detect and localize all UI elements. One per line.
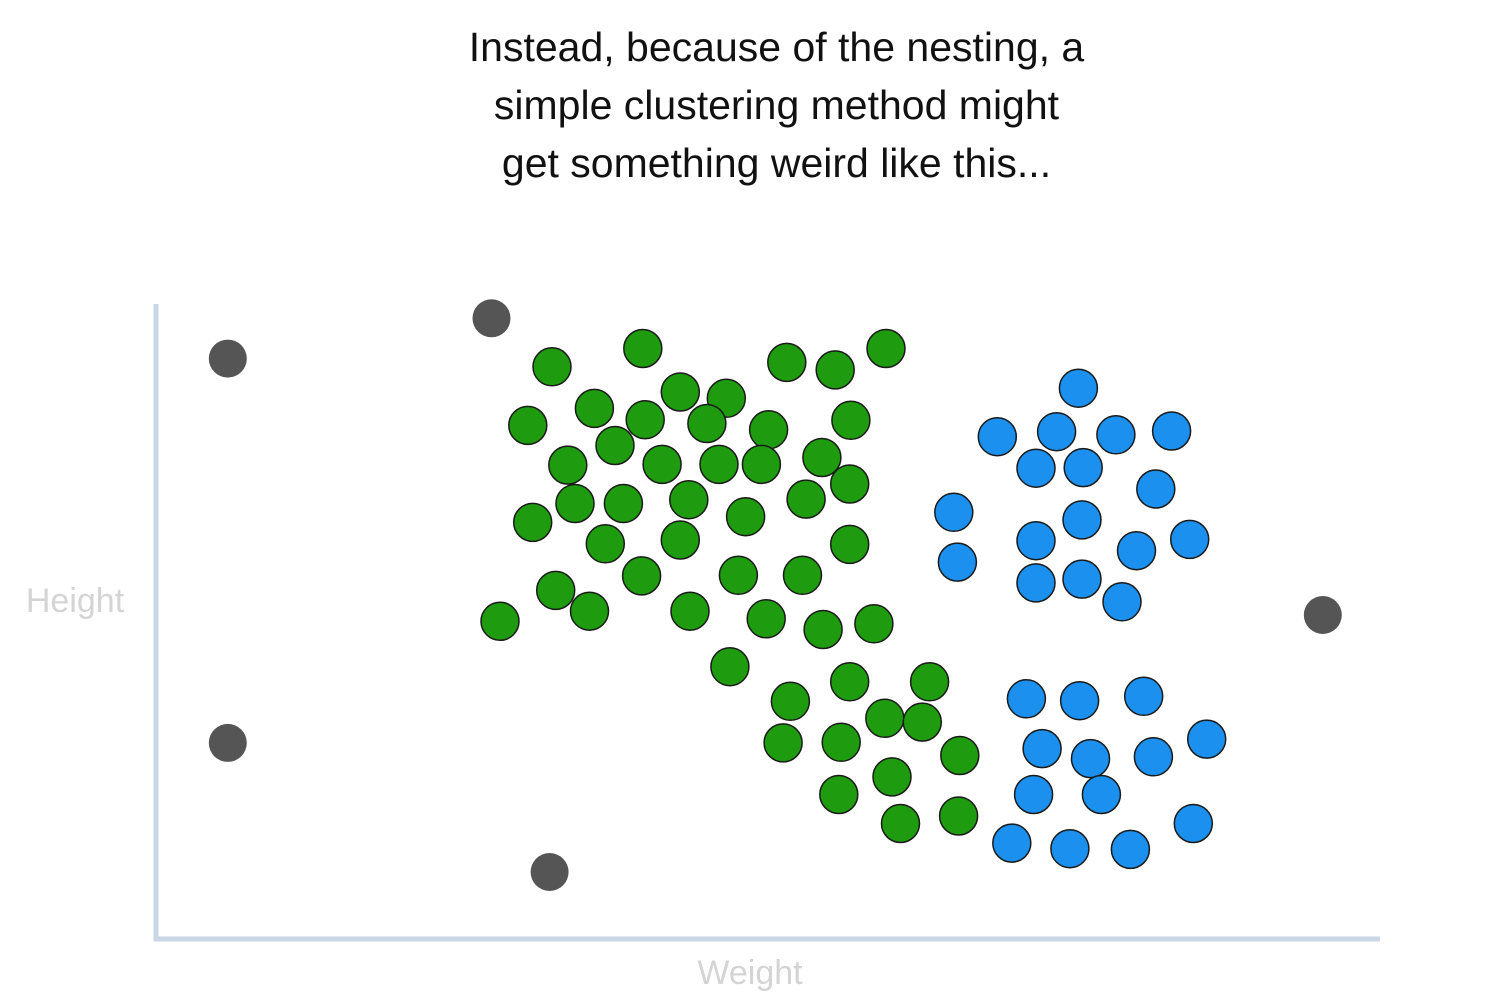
data-point — [1110, 829, 1151, 870]
data-point — [660, 520, 701, 560]
data-point — [699, 444, 739, 485]
data-point — [623, 328, 663, 369]
data-point — [880, 803, 921, 844]
data-point — [748, 410, 789, 450]
scatter-chart: Height Weight — [26, 299, 1380, 992]
data-point — [854, 604, 894, 644]
data-point — [1096, 415, 1136, 455]
data-point — [767, 342, 807, 383]
data-point — [574, 388, 615, 429]
data-point — [763, 723, 803, 763]
data-point — [1081, 774, 1122, 815]
data-point — [1059, 680, 1100, 721]
data-point — [1063, 447, 1103, 488]
data-point — [829, 662, 870, 702]
data-point — [1303, 596, 1342, 634]
data-point — [741, 444, 782, 485]
y-axis-label: Height — [26, 582, 125, 620]
data-point — [786, 479, 826, 519]
data-point — [1062, 500, 1102, 540]
data-point — [746, 599, 786, 639]
data-point — [512, 502, 553, 543]
data-point — [1050, 828, 1090, 869]
data-point — [815, 350, 855, 390]
data-point — [1070, 738, 1111, 779]
data-point — [669, 479, 709, 520]
data-point — [1058, 368, 1099, 408]
data-point — [1013, 774, 1054, 815]
data-point — [821, 722, 861, 763]
data-point — [1016, 563, 1056, 603]
data-point — [1151, 411, 1192, 451]
data-point — [208, 723, 247, 762]
data-point — [1133, 737, 1174, 777]
data-point — [642, 444, 682, 485]
data-point — [530, 853, 569, 891]
x-axis-label: Weight — [697, 954, 803, 992]
data-point — [977, 416, 1018, 457]
data-point — [569, 591, 610, 631]
data-point — [625, 399, 665, 440]
data-point — [710, 646, 750, 687]
data-point — [909, 662, 950, 702]
data-point — [865, 698, 905, 739]
data-point — [1006, 679, 1047, 719]
data-point — [660, 372, 701, 412]
data-point — [472, 299, 511, 338]
data-point — [1123, 676, 1164, 717]
data-point — [819, 774, 859, 815]
data-point — [992, 823, 1032, 863]
data-point — [1102, 582, 1142, 622]
data-point — [603, 483, 644, 524]
data-point — [1016, 520, 1056, 561]
data-point — [770, 681, 811, 722]
data-point — [872, 757, 912, 797]
data-point — [480, 601, 520, 642]
points-layer — [208, 299, 1342, 891]
data-point — [829, 464, 870, 504]
data-point — [548, 445, 588, 485]
data-point — [1016, 448, 1056, 488]
data-point — [1186, 719, 1227, 759]
data-point — [902, 702, 943, 742]
data-point — [718, 555, 759, 596]
data-point — [934, 492, 974, 533]
data-point — [782, 555, 823, 596]
data-point — [803, 609, 843, 650]
data-point — [1173, 803, 1214, 844]
data-point — [508, 405, 548, 446]
data-point — [532, 347, 572, 387]
data-point — [595, 425, 635, 466]
data-point — [535, 570, 576, 611]
data-point — [831, 400, 871, 441]
data-point — [1136, 469, 1176, 509]
data-point — [1062, 559, 1102, 599]
data-point — [687, 403, 727, 444]
data-point — [585, 524, 626, 564]
data-point — [937, 542, 978, 582]
data-point — [670, 591, 710, 631]
data-point — [1169, 519, 1210, 560]
data-point — [940, 735, 980, 776]
data-point — [725, 496, 766, 537]
data-point — [621, 556, 662, 596]
data-point — [208, 339, 247, 378]
data-point — [866, 328, 906, 369]
data-point — [938, 796, 979, 836]
data-point — [1116, 530, 1157, 571]
data-point — [555, 483, 595, 524]
data-point — [829, 524, 870, 565]
data-point — [1022, 728, 1062, 769]
data-point — [1036, 411, 1077, 452]
